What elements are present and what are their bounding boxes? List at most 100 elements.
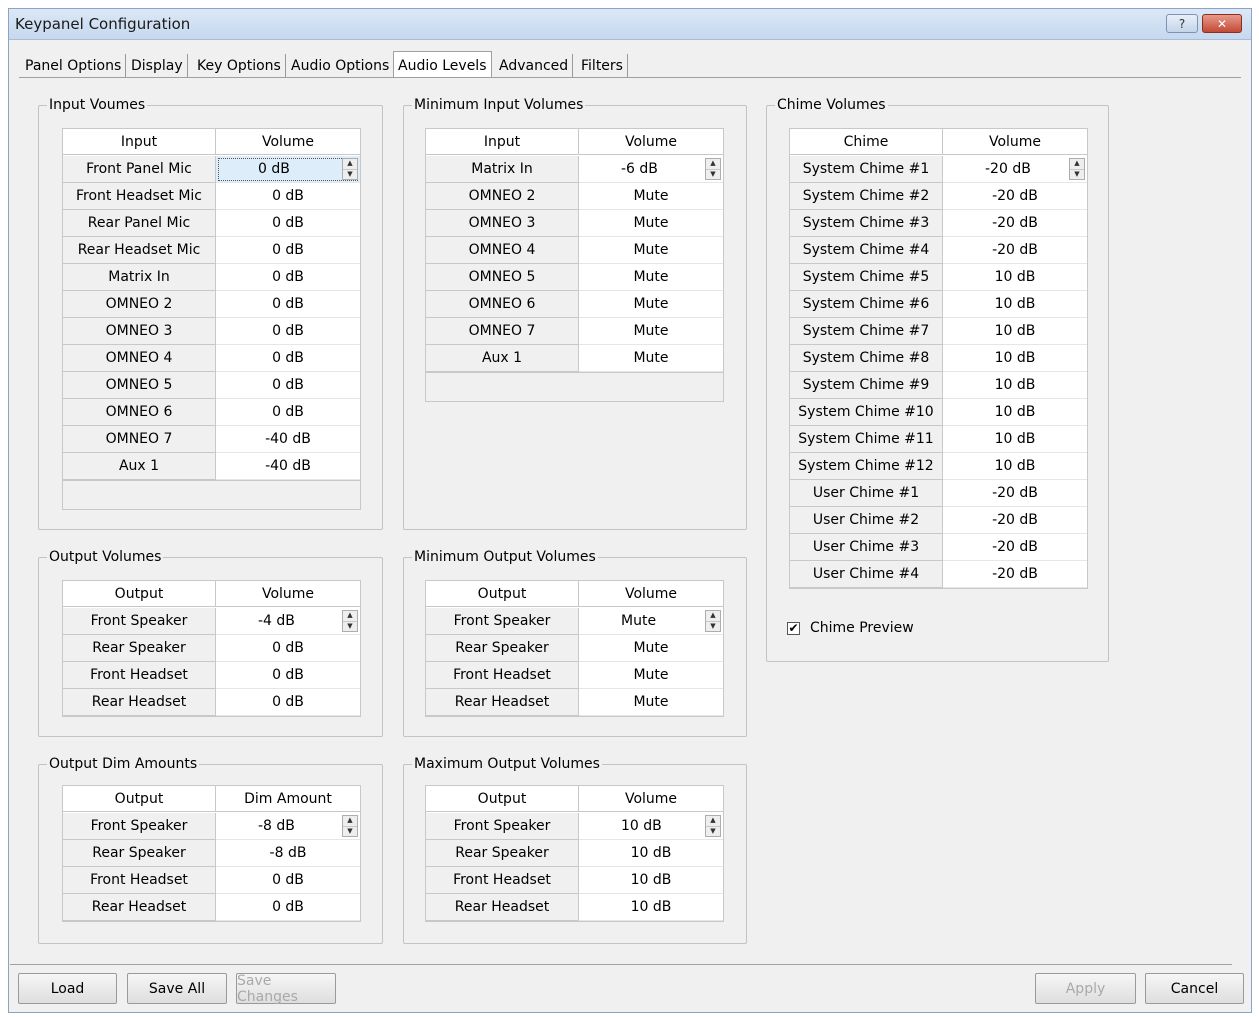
- chime-preview-box[interactable]: ✔: [787, 621, 800, 635]
- tab-advanced[interactable]: Advanced: [495, 54, 574, 78]
- value-spin-editor[interactable]: 10 dB ▲ ▼: [579, 813, 723, 840]
- value-cell[interactable]: 10 dB: [943, 453, 1087, 480]
- value-spin-editor[interactable]: -6 dB ▲ ▼: [579, 156, 723, 183]
- spin-down-icon[interactable]: ▼: [1070, 170, 1084, 180]
- value-cell[interactable]: Mute: [579, 291, 723, 318]
- spin-buttons[interactable]: ▲ ▼: [342, 158, 358, 180]
- grid-header-row: Output Volume: [426, 786, 723, 813]
- spin-down-icon[interactable]: ▼: [343, 827, 357, 837]
- value-cell[interactable]: 0 dB: [216, 372, 360, 399]
- value-cell[interactable]: 0 dB: [216, 689, 360, 716]
- value-cell[interactable]: Mute: [579, 662, 723, 689]
- tab-filters[interactable]: Filters: [577, 54, 628, 78]
- value-cell[interactable]: -20 dB: [943, 210, 1087, 237]
- spin-down-icon[interactable]: ▼: [706, 622, 720, 632]
- spin-down-icon[interactable]: ▼: [343, 170, 357, 180]
- value-cell[interactable]: 0 dB: [216, 635, 360, 662]
- value-cell[interactable]: Mute: [579, 237, 723, 264]
- value-cell[interactable]: 0 dB: [216, 867, 360, 894]
- value-cell[interactable]: 10 dB: [943, 291, 1087, 318]
- row-label: Front Panel Mic: [63, 156, 216, 183]
- value-cell[interactable]: Mute: [579, 635, 723, 662]
- spin-up-icon[interactable]: ▲: [706, 159, 720, 170]
- value-cell[interactable]: -40 dB: [216, 426, 360, 453]
- spin-up-icon[interactable]: ▲: [1070, 159, 1084, 170]
- spin-buttons[interactable]: ▲ ▼: [705, 815, 721, 837]
- value-cell[interactable]: Mute: [579, 689, 723, 716]
- tab-key-options[interactable]: Key Options: [193, 54, 286, 78]
- value-text: 0 dB: [272, 269, 304, 285]
- value-cell[interactable]: 0 dB: [216, 399, 360, 426]
- value-cell[interactable]: -20 dB: [943, 561, 1087, 588]
- value-cell[interactable]: 0 dB: [216, 237, 360, 264]
- spin-buttons[interactable]: ▲ ▼: [342, 815, 358, 837]
- apply-button[interactable]: Apply: [1035, 973, 1136, 1004]
- load-button[interactable]: Load: [18, 973, 117, 1004]
- value-text: Mute: [633, 269, 669, 285]
- close-button[interactable]: ✕: [1202, 14, 1242, 33]
- value-cell[interactable]: -20 dB: [943, 507, 1087, 534]
- value-spin-editor[interactable]: Mute ▲ ▼: [579, 608, 723, 635]
- value-cell[interactable]: 0 dB: [216, 264, 360, 291]
- spin-up-icon[interactable]: ▲: [343, 611, 357, 622]
- value-spin-editor[interactable]: -8 dB ▲ ▼: [216, 813, 360, 840]
- save-all-button[interactable]: Save All: [127, 973, 227, 1004]
- value-cell[interactable]: 0 dB: [216, 210, 360, 237]
- value-cell[interactable]: -40 dB: [216, 453, 360, 480]
- value-cell[interactable]: 0 dB: [216, 345, 360, 372]
- value-spin-editor[interactable]: -20 dB ▲ ▼: [943, 156, 1087, 183]
- value-cell[interactable]: Mute: [579, 345, 723, 372]
- value-cell[interactable]: Mute: [579, 318, 723, 345]
- value-cell[interactable]: Mute: [579, 183, 723, 210]
- value-cell[interactable]: 0 dB: [216, 318, 360, 345]
- spin-up-icon[interactable]: ▲: [343, 816, 357, 827]
- value-cell[interactable]: -20 dB: [943, 480, 1087, 507]
- value-cell[interactable]: -20 dB: [943, 237, 1087, 264]
- value-cell[interactable]: -20 dB: [943, 534, 1087, 561]
- spin-up-icon[interactable]: ▲: [706, 611, 720, 622]
- spin-buttons[interactable]: ▲ ▼: [342, 610, 358, 632]
- value-cell[interactable]: 10 dB: [943, 399, 1087, 426]
- save-changes-button[interactable]: Save Changes: [236, 973, 336, 1005]
- value-cell[interactable]: 10 dB: [943, 264, 1087, 291]
- tab-display[interactable]: Display: [127, 54, 188, 78]
- value-cell[interactable]: 0 dB: [216, 662, 360, 689]
- value-cell[interactable]: Mute: [579, 210, 723, 237]
- table-row: OMNEO 6 Mute: [426, 291, 723, 318]
- value-cell[interactable]: 10 dB: [943, 318, 1087, 345]
- column-header: Output: [426, 581, 579, 607]
- spin-buttons[interactable]: ▲ ▼: [705, 158, 721, 180]
- cancel-button[interactable]: Cancel: [1145, 973, 1244, 1004]
- spin-down-icon[interactable]: ▼: [343, 622, 357, 632]
- spin-buttons[interactable]: ▲ ▼: [705, 610, 721, 632]
- tab-audio-levels[interactable]: Audio Levels: [393, 51, 492, 79]
- value-cell[interactable]: Mute: [579, 264, 723, 291]
- table-row: Rear Speaker 0 dB: [63, 635, 360, 662]
- spin-down-icon[interactable]: ▼: [706, 170, 720, 180]
- value-cell[interactable]: 0 dB: [216, 183, 360, 210]
- value-cell[interactable]: 10 dB: [579, 894, 723, 921]
- value-spin-editor[interactable]: 0 dB ▲ ▼: [216, 156, 360, 183]
- output-dim-amounts-legend: Output Dim Amounts: [49, 756, 198, 772]
- value-cell[interactable]: -20 dB: [943, 183, 1087, 210]
- help-button[interactable]: ?: [1166, 14, 1198, 33]
- column-header: Input: [63, 129, 216, 155]
- tab-audio-options[interactable]: Audio Options: [287, 54, 395, 78]
- chime-preview-checkbox[interactable]: ✔ Chime Preview: [787, 620, 914, 636]
- value-cell[interactable]: 0 dB: [216, 894, 360, 921]
- value-cell[interactable]: 10 dB: [943, 372, 1087, 399]
- value-cell[interactable]: 10 dB: [579, 840, 723, 867]
- spin-buttons[interactable]: ▲ ▼: [1069, 158, 1085, 180]
- table-row: System Chime #10 10 dB: [790, 399, 1087, 426]
- value-spin-editor[interactable]: -4 dB ▲ ▼: [216, 608, 360, 635]
- value-cell[interactable]: 10 dB: [579, 867, 723, 894]
- value-cell[interactable]: 10 dB: [943, 426, 1087, 453]
- value-cell[interactable]: 10 dB: [943, 345, 1087, 372]
- spin-up-icon[interactable]: ▲: [706, 816, 720, 827]
- table-row: Front Headset 0 dB: [63, 662, 360, 689]
- spin-down-icon[interactable]: ▼: [706, 827, 720, 837]
- spin-up-icon[interactable]: ▲: [343, 159, 357, 170]
- value-cell[interactable]: 0 dB: [216, 291, 360, 318]
- value-cell[interactable]: -8 dB: [216, 840, 360, 867]
- tab-panel-options[interactable]: Panel Options: [21, 54, 127, 78]
